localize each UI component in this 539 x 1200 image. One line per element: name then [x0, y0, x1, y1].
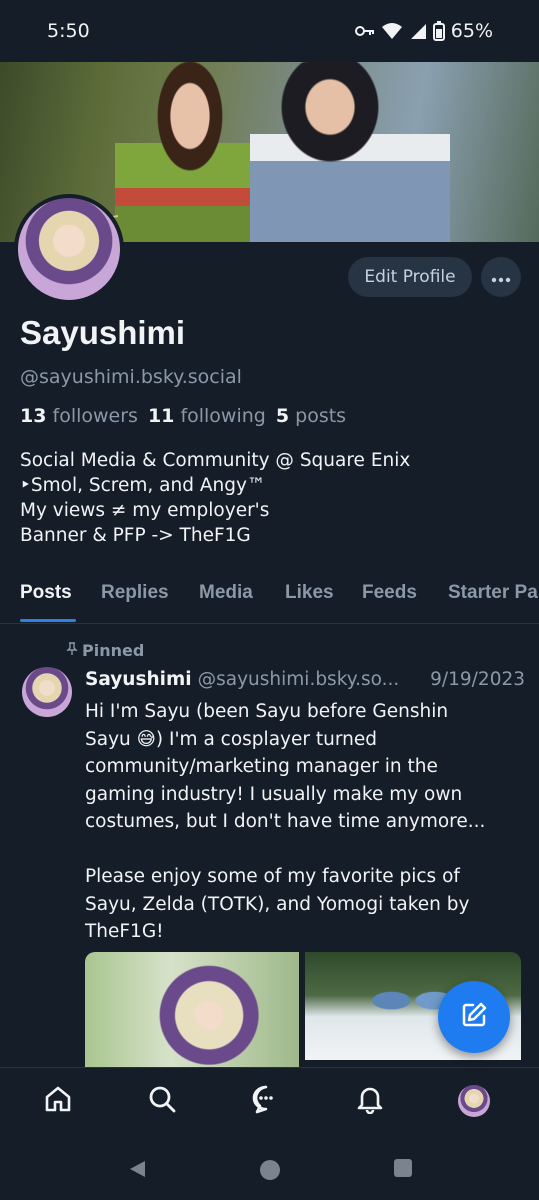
- tab-posts[interactable]: Posts: [20, 582, 72, 604]
- home-circle-icon[interactable]: [259, 1159, 281, 1185]
- more-options-button[interactable]: [481, 257, 521, 297]
- tab-media[interactable]: Media: [199, 582, 253, 604]
- tab-likes[interactable]: Likes: [285, 582, 334, 604]
- profile-stats: 13 followers 11 following 5 posts: [20, 405, 346, 427]
- search-icon: [147, 1084, 177, 1118]
- status-icons: 65%: [354, 20, 493, 42]
- posts-count: 5 posts: [275, 405, 347, 427]
- post-author-name[interactable]: Sayushimi: [85, 669, 192, 690]
- pin-icon: [66, 641, 78, 660]
- home-icon: [43, 1084, 73, 1118]
- compose-icon: [459, 1000, 489, 1034]
- bio-line: Social Media & Community @ Square Enix: [20, 450, 411, 471]
- key-icon: [354, 25, 375, 37]
- bio-line: My views ≠ my employer's: [20, 500, 270, 521]
- compose-post-button[interactable]: [438, 981, 510, 1053]
- profile-avatar[interactable]: [14, 194, 124, 304]
- back-icon[interactable]: [127, 1159, 147, 1183]
- banner-cosplayer-left: [115, 62, 265, 242]
- nav-home[interactable]: [41, 1084, 75, 1118]
- system-navigation: [0, 1135, 539, 1200]
- bio-line: ‣Smol, Screm, and Angy™: [20, 475, 266, 496]
- wifi-icon: [381, 22, 403, 40]
- signal-icon: [409, 22, 427, 40]
- bio-line: Banner & PFP -> TheF1G: [20, 525, 251, 546]
- post-header: Sayushimi @sayushimi.bsky.so... 9/19/202…: [85, 669, 525, 690]
- pinned-label: Pinned: [82, 641, 145, 660]
- profile-handle: @sayushimi.bsky.social: [20, 366, 242, 388]
- profile-bio: Social Media & Community @ Square Enix ‣…: [20, 448, 410, 548]
- display-name: Sayushimi: [20, 314, 186, 351]
- tab-feeds[interactable]: Feeds: [362, 582, 417, 604]
- active-tab-indicator: [20, 619, 76, 622]
- battery-icon: [432, 21, 445, 41]
- post-author-avatar[interactable]: [22, 667, 72, 717]
- nav-chat[interactable]: [249, 1084, 283, 1118]
- profile-avatar-icon: [458, 1085, 490, 1117]
- tab-starter-packs[interactable]: Starter Pa: [448, 582, 538, 604]
- post-text[interactable]: Hi I'm Sayu (been Sayu before Genshin Sa…: [85, 698, 520, 946]
- pinned-indicator: Pinned: [66, 641, 144, 660]
- nav-search[interactable]: [145, 1084, 179, 1118]
- battery-percent: 65%: [450, 20, 493, 42]
- bell-icon: [355, 1084, 385, 1118]
- ellipsis-icon: [491, 268, 511, 287]
- chat-icon: [251, 1084, 281, 1118]
- status-time: 5:50: [47, 20, 90, 42]
- post-author-handle[interactable]: @sayushimi.bsky.so...: [198, 669, 400, 690]
- post-date[interactable]: 9/19/2023: [430, 669, 525, 690]
- following-link[interactable]: 11 following: [148, 405, 266, 427]
- banner-cosplayer-right: [250, 62, 450, 242]
- profile-tabs: Posts Replies Media Likes Feeds Starter …: [0, 572, 539, 624]
- edit-profile-button[interactable]: Edit Profile: [348, 257, 472, 297]
- status-bar: 5:50 65%: [0, 0, 539, 62]
- bottom-navigation: [0, 1067, 539, 1135]
- followers-link[interactable]: 13 followers: [20, 405, 138, 427]
- nav-profile[interactable]: [457, 1084, 491, 1118]
- nav-notifications[interactable]: [353, 1084, 387, 1118]
- recents-icon[interactable]: [394, 1159, 412, 1181]
- tab-replies[interactable]: Replies: [101, 582, 169, 604]
- post-image-sayu[interactable]: [85, 952, 299, 1067]
